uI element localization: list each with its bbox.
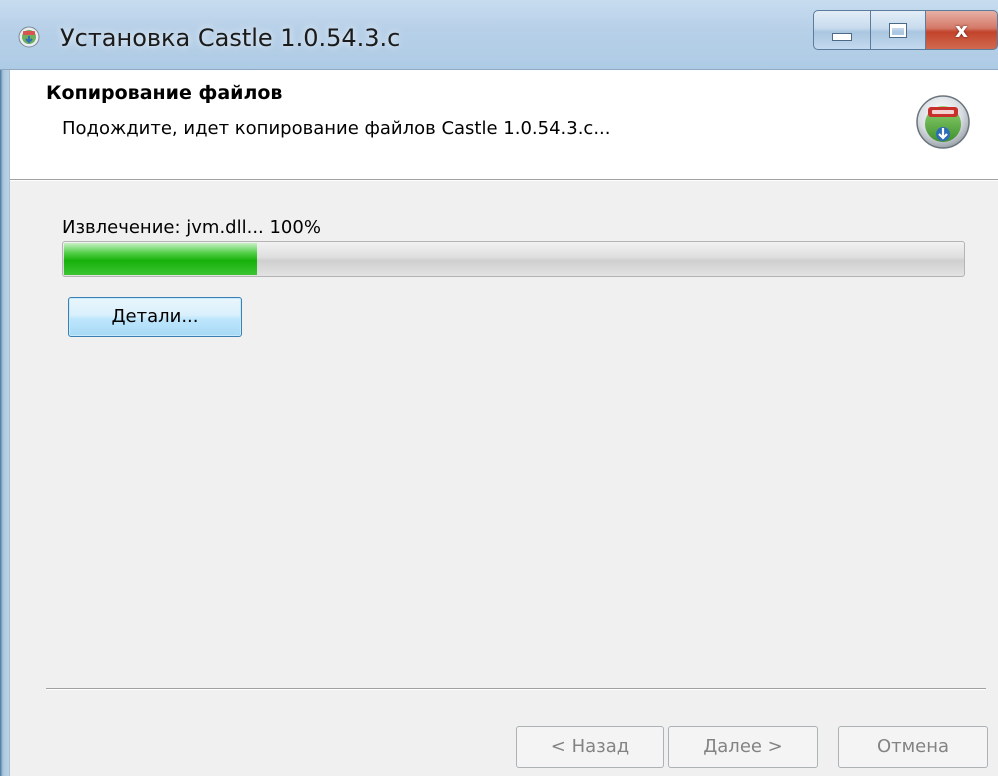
window-title: Установка Castle 1.0.54.3.c — [60, 24, 401, 52]
copy-progress-bar — [62, 241, 965, 277]
details-button[interactable]: Детали... — [68, 297, 242, 337]
footer-separator — [46, 688, 986, 690]
window-left-border — [0, 0, 10, 776]
caption-buttons: x — [813, 10, 998, 60]
page-title: Копирование файлов — [46, 82, 283, 104]
maximize-button[interactable] — [871, 10, 926, 50]
close-icon: x — [955, 18, 968, 42]
next-button[interactable]: Далее > — [668, 726, 818, 768]
cancel-button[interactable]: Отмена — [838, 726, 988, 768]
installer-app-icon — [18, 26, 40, 48]
installer-disc-icon — [916, 95, 970, 149]
maximize-icon — [889, 22, 907, 38]
installer-window: Установка Castle 1.0.54.3.c x Копировани… — [0, 0, 998, 776]
extraction-status: Извлечение: jvm.dll... 100% — [62, 217, 321, 238]
wizard-header: Копирование файлов Подождите, идет копир… — [10, 70, 998, 180]
wizard-content: Извлечение: jvm.dll... 100% Детали... < … — [10, 181, 998, 776]
title-bar[interactable]: Установка Castle 1.0.54.3.c x — [0, 0, 998, 70]
page-subtitle: Подождите, идет копирование файлов Castl… — [62, 118, 611, 139]
progress-fill — [64, 243, 258, 275]
minimize-button[interactable] — [813, 10, 871, 50]
close-button[interactable]: x — [926, 10, 998, 50]
minimize-icon — [832, 33, 852, 41]
back-button[interactable]: < Назад — [516, 726, 664, 768]
